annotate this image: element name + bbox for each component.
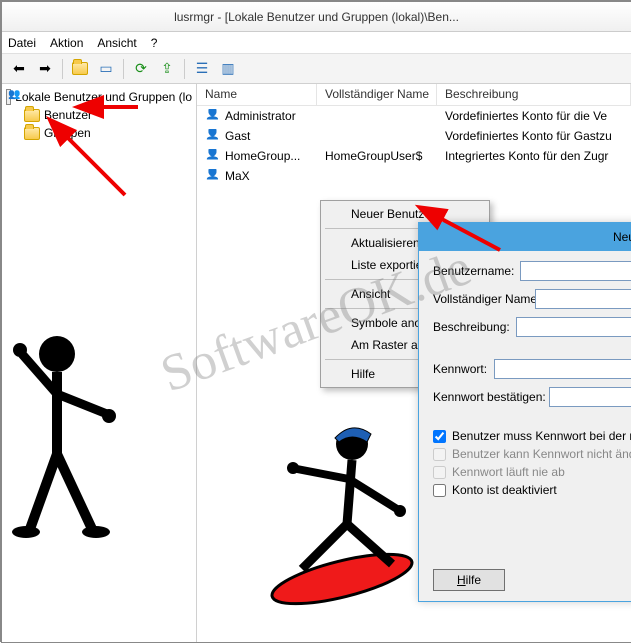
export-button[interactable]: ⇪ xyxy=(156,58,178,80)
fullname-label: Vollständiger Name: xyxy=(433,293,529,305)
list-header: Name Vollständiger Name Beschreibung xyxy=(197,84,631,106)
cell-fullname: HomeGroupUser$ xyxy=(317,149,437,163)
checkbox-disabled[interactable]: Konto ist deaktiviert xyxy=(433,483,631,497)
checkbox-never-expires: Kennwort läuft nie ab xyxy=(433,465,631,479)
checkbox-label: Kennwort läuft nie ab xyxy=(452,465,565,479)
decorative-stick-figure xyxy=(12,314,142,547)
up-button[interactable] xyxy=(69,58,91,80)
cell-name: HomeGroup... xyxy=(225,149,300,163)
menu-file[interactable]: Datei xyxy=(8,36,36,50)
list-body: Administrator Vordefiniertes Konto für d… xyxy=(197,106,631,186)
menu-action[interactable]: Aktion xyxy=(50,36,83,50)
user-icon xyxy=(205,109,221,123)
help-button[interactable]: Hilfe xyxy=(433,569,505,591)
checkbox-label: Benutzer muss Kennwort bei der n xyxy=(452,429,631,443)
properties-button[interactable]: ☰ xyxy=(191,58,213,80)
checkbox-never-expires-box xyxy=(433,466,446,479)
username-label: Benutzername: xyxy=(433,264,514,278)
list-row[interactable]: MaX xyxy=(197,166,631,186)
dialog-titlebar[interactable]: Neuer B xyxy=(419,223,631,251)
list-row[interactable]: Gast Vordefiniertes Konto für Gastzu xyxy=(197,126,631,146)
folder-icon xyxy=(72,62,88,75)
toolbar: ⬅ ➡ ▭ ⟳ ⇪ ☰ ▥ xyxy=(2,54,631,84)
description-input[interactable] xyxy=(516,317,631,337)
checkbox-cannot-change-box xyxy=(433,448,446,461)
window-title: lusrmgr - [Lokale Benutzer und Gruppen (… xyxy=(174,10,459,24)
show-hide-tree-button[interactable]: ▭ xyxy=(95,58,117,80)
cell-desc: Integriertes Konto für den Zugr xyxy=(437,149,631,163)
help-pane-button[interactable]: ▥ xyxy=(217,58,239,80)
window-titlebar: lusrmgr - [Lokale Benutzer und Gruppen (… xyxy=(2,2,631,32)
user-icon xyxy=(205,149,221,163)
menu-help[interactable]: ? xyxy=(151,36,158,50)
refresh-button[interactable]: ⟳ xyxy=(130,58,152,80)
username-input[interactable] xyxy=(520,261,631,281)
column-header-fullname[interactable]: Vollständiger Name xyxy=(317,84,437,105)
tree-pane: Lokale Benutzer und Gruppen (lo Benutzer… xyxy=(2,84,197,642)
forward-button[interactable]: ➡ xyxy=(34,58,56,80)
users-groups-icon xyxy=(6,89,11,105)
cell-name: MaX xyxy=(225,169,250,183)
back-button[interactable]: ⬅ xyxy=(8,58,30,80)
checkbox-must-change-box[interactable] xyxy=(433,430,446,443)
cell-desc: Vordefiniertes Konto für die Ve xyxy=(437,109,631,123)
help-button-rest: ilfe xyxy=(466,573,481,587)
cell-desc: Vordefiniertes Konto für Gastzu xyxy=(437,129,631,143)
password-label: Kennwort: xyxy=(433,362,488,376)
checkbox-cannot-change: Benutzer kann Kennwort nicht änd xyxy=(433,447,631,461)
confirm-password-input[interactable] xyxy=(549,387,631,407)
description-label: Beschreibung: xyxy=(433,320,510,334)
list-row[interactable]: HomeGroup... HomeGroupUser$ Integriertes… xyxy=(197,146,631,166)
checkbox-label: Konto ist deaktiviert xyxy=(452,483,557,497)
folder-icon xyxy=(24,109,40,122)
dialog-title: Neuer B xyxy=(613,230,631,244)
checkbox-label: Benutzer kann Kennwort nicht änd xyxy=(452,447,631,461)
list-row[interactable]: Administrator Vordefiniertes Konto für d… xyxy=(197,106,631,126)
folder-icon xyxy=(24,127,40,140)
fullname-input[interactable] xyxy=(535,289,631,309)
menu-view[interactable]: Ansicht xyxy=(97,36,136,50)
tree-item-label: Gruppen xyxy=(44,126,91,140)
confirm-password-label: Kennwort bestätigen: xyxy=(433,390,543,404)
tree-item-gruppen[interactable]: Gruppen xyxy=(4,124,194,142)
tree-root-label: Lokale Benutzer und Gruppen (lo xyxy=(15,90,192,104)
tree-item-benutzer[interactable]: Benutzer xyxy=(4,106,194,124)
tree-root[interactable]: Lokale Benutzer und Gruppen (lo xyxy=(4,88,194,106)
password-input[interactable] xyxy=(494,359,631,379)
cell-name: Gast xyxy=(225,129,250,143)
user-icon xyxy=(205,129,221,143)
toolbar-separator xyxy=(123,59,124,79)
checkbox-must-change[interactable]: Benutzer muss Kennwort bei der n xyxy=(433,429,631,443)
toolbar-separator xyxy=(62,59,63,79)
checkbox-disabled-box[interactable] xyxy=(433,484,446,497)
tree-item-label: Benutzer xyxy=(44,108,92,122)
cell-name: Administrator xyxy=(225,109,296,123)
new-user-dialog: Neuer B Benutzername: Vollständiger Name… xyxy=(418,222,631,602)
column-header-description[interactable]: Beschreibung xyxy=(437,84,631,105)
menu-bar: Datei Aktion Ansicht ? xyxy=(2,32,631,54)
toolbar-separator xyxy=(184,59,185,79)
user-icon xyxy=(205,169,221,183)
column-header-name[interactable]: Name xyxy=(197,84,317,105)
